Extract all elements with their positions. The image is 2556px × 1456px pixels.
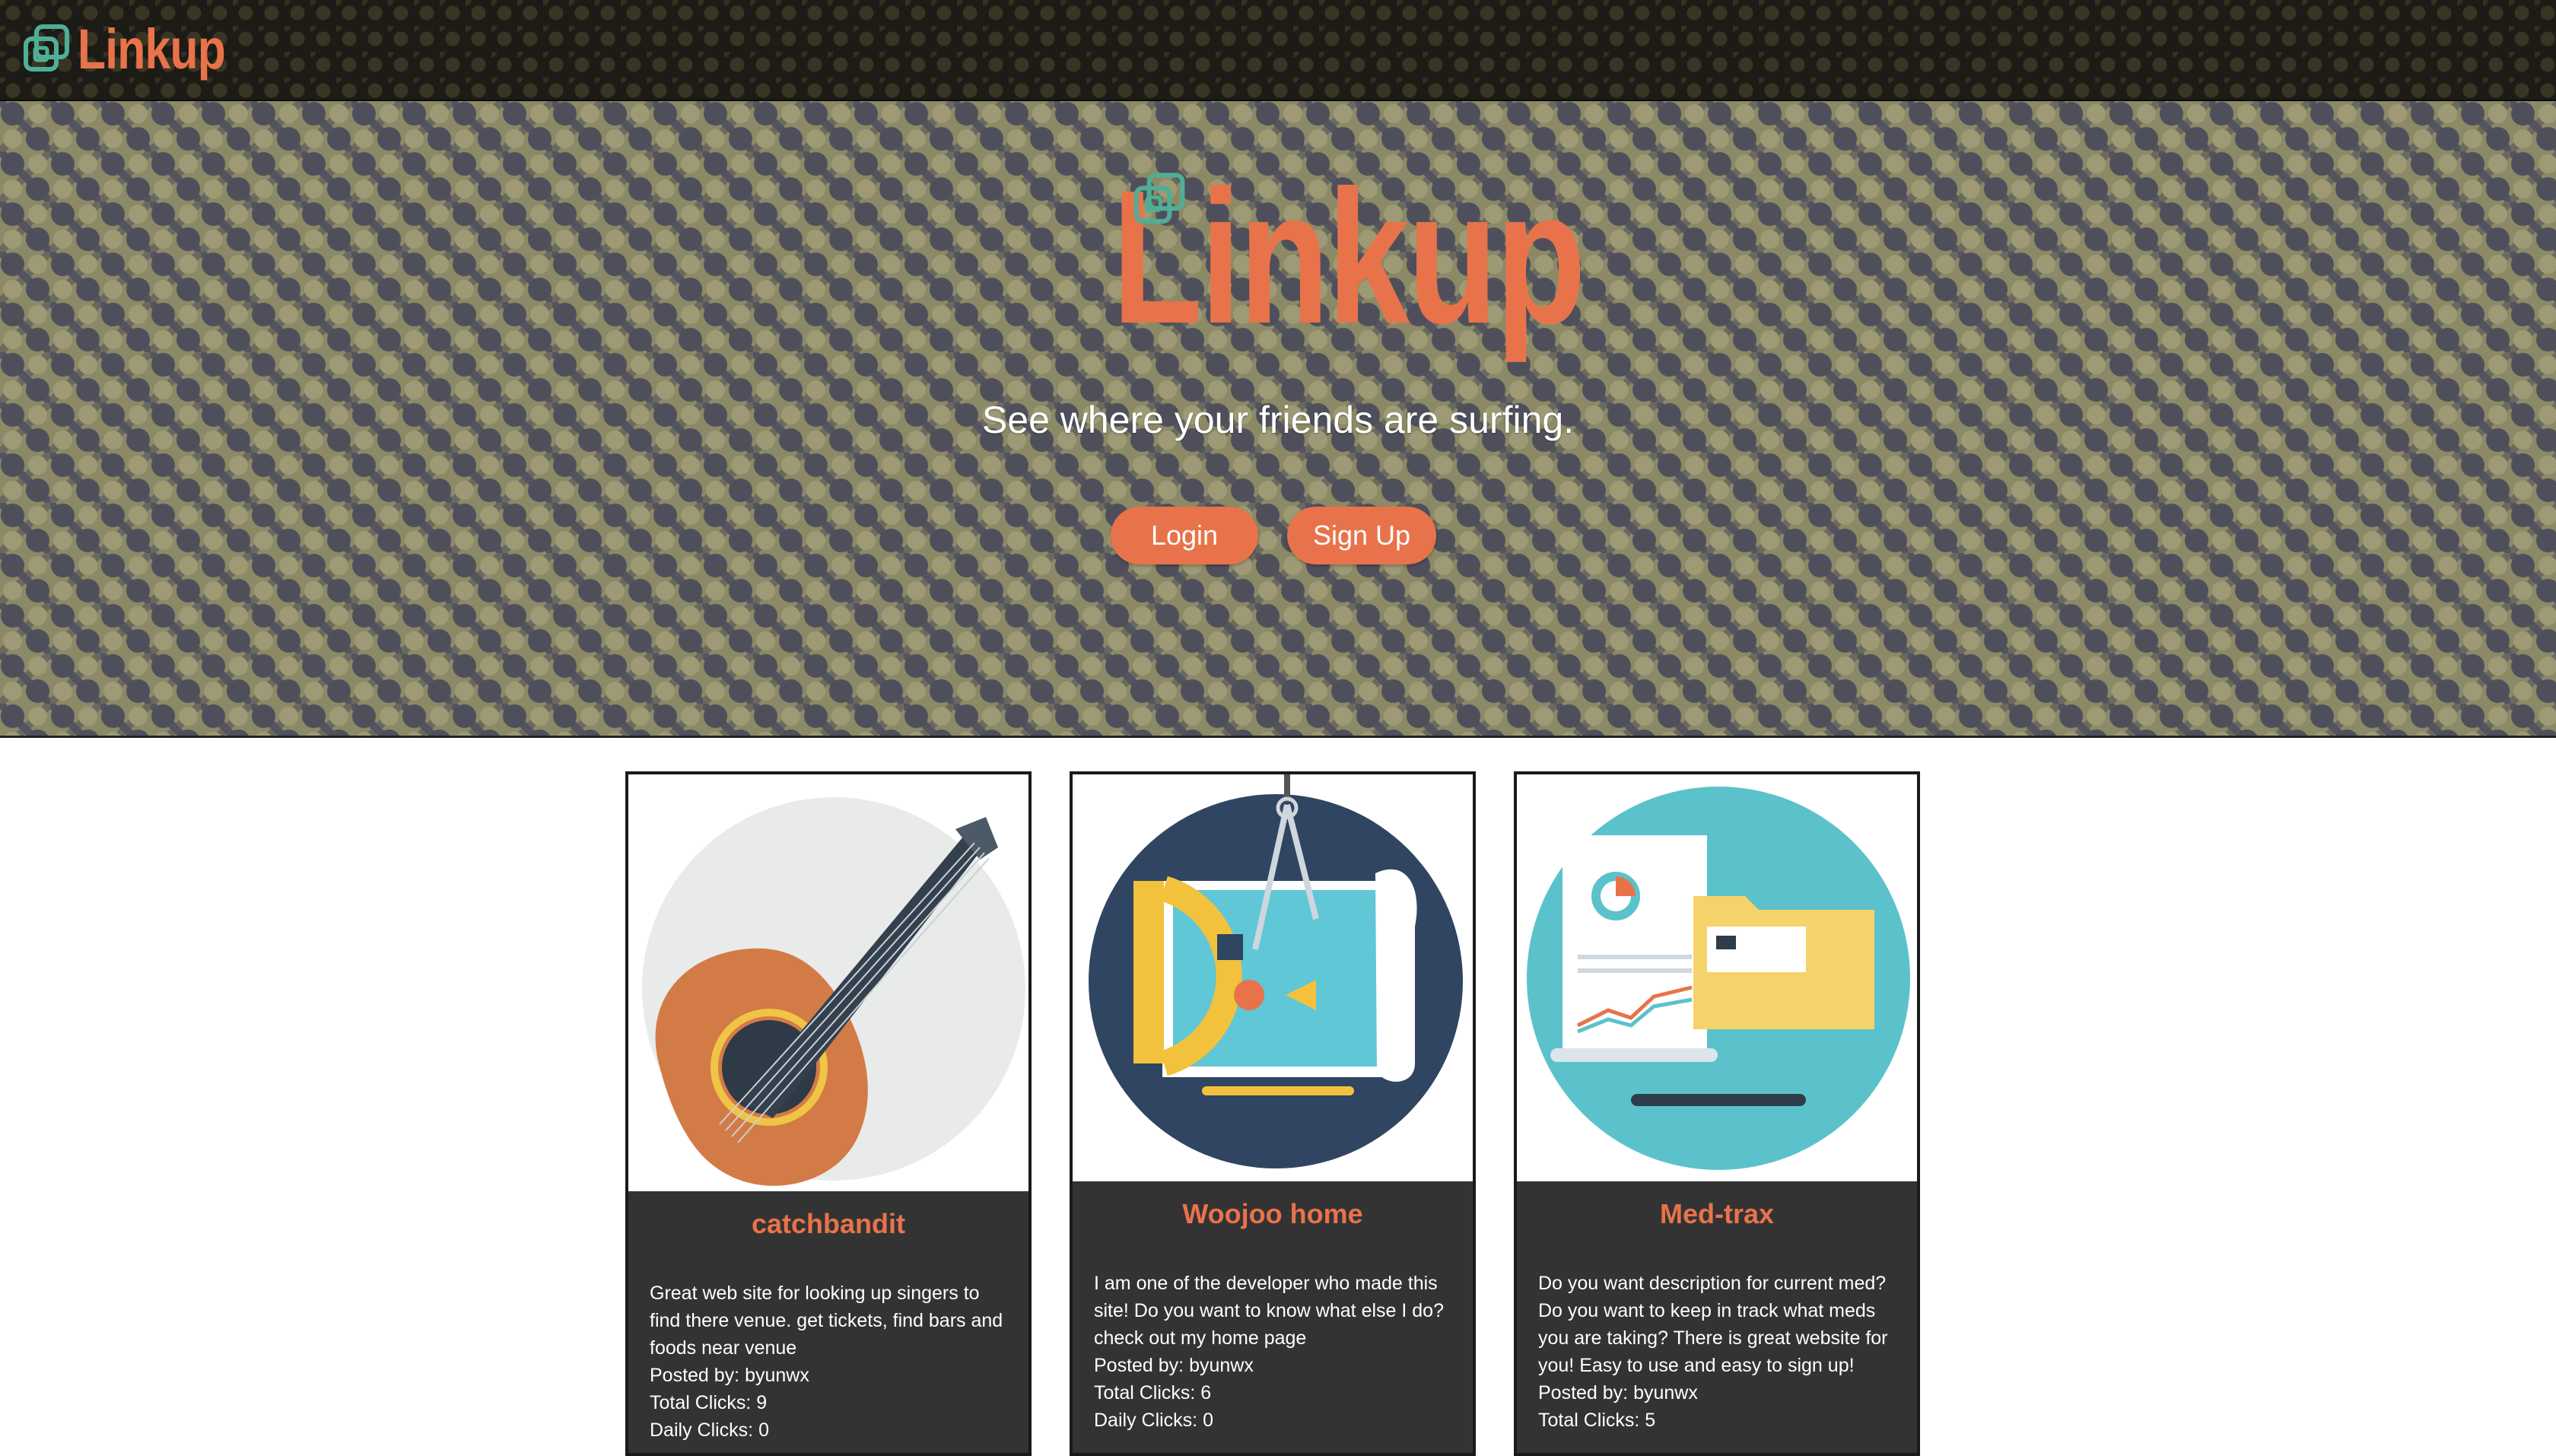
card-total-clicks: Total Clicks: 6 [1094,1382,1212,1404]
hero-tagline: See where your friends are surfing. [981,399,1575,441]
card-title[interactable]: catchbandit [628,1191,1028,1254]
card-image[interactable] [1073,774,1473,1181]
card-title[interactable]: Med-trax [1517,1181,1917,1244]
documents-folder-illustration [1527,787,1910,1170]
drafting-tools-illustration [1089,774,1463,1168]
linked-squares-icon [1133,173,1185,224]
card-posted-by: Posted by: byunwx [1538,1382,1698,1404]
link-card[interactable]: Med-trax Do you want description for cur… [1514,771,1920,1456]
card-total-clicks: Total Clicks: 9 [650,1392,768,1413]
card-daily-clicks: Daily Clicks: 0 [1094,1410,1213,1431]
link-card[interactable]: Woojoo home I am one of the developer wh… [1070,771,1476,1456]
card-title[interactable]: Woojoo home [1073,1181,1473,1244]
card-posted-by: Posted by: byunwx [1094,1355,1254,1376]
card-body: Med-trax Do you want description for cur… [1517,1181,1917,1453]
hero-banner: Linkup See where your friends are surfin… [0,101,2556,738]
card-body: Woojoo home I am one of the developer wh… [1073,1181,1473,1453]
guitar-illustration [642,797,1025,1186]
card-description: I am one of the developer who made this … [1094,1273,1444,1349]
card-image[interactable] [1517,774,1917,1181]
card-description: Great web site for looking up singers to… [650,1283,1003,1359]
nav-logo-link[interactable]: Linkup [21,17,258,81]
hero-button-group: Login Sign Up [1111,507,1436,564]
card-image[interactable] [628,774,1028,1191]
card-body: catchbandit Great web site for looking u… [628,1191,1028,1453]
card-daily-clicks: Daily Clicks: 0 [650,1419,769,1441]
nav-brand-name: Linkup [78,17,226,81]
hero-logo: Linkup [1065,151,1586,367]
signup-button[interactable]: Sign Up [1287,507,1436,564]
top-navbar: Linkup [0,0,2556,101]
card-description: Do you want description for current med?… [1538,1273,1888,1376]
card-posted-by: Posted by: byunwx [650,1365,809,1386]
card-total-clicks: Total Clicks: 5 [1538,1410,1656,1431]
link-card[interactable]: catchbandit Great web site for looking u… [625,771,1032,1456]
linked-squares-icon [24,24,69,72]
login-button[interactable]: Login [1111,507,1258,564]
